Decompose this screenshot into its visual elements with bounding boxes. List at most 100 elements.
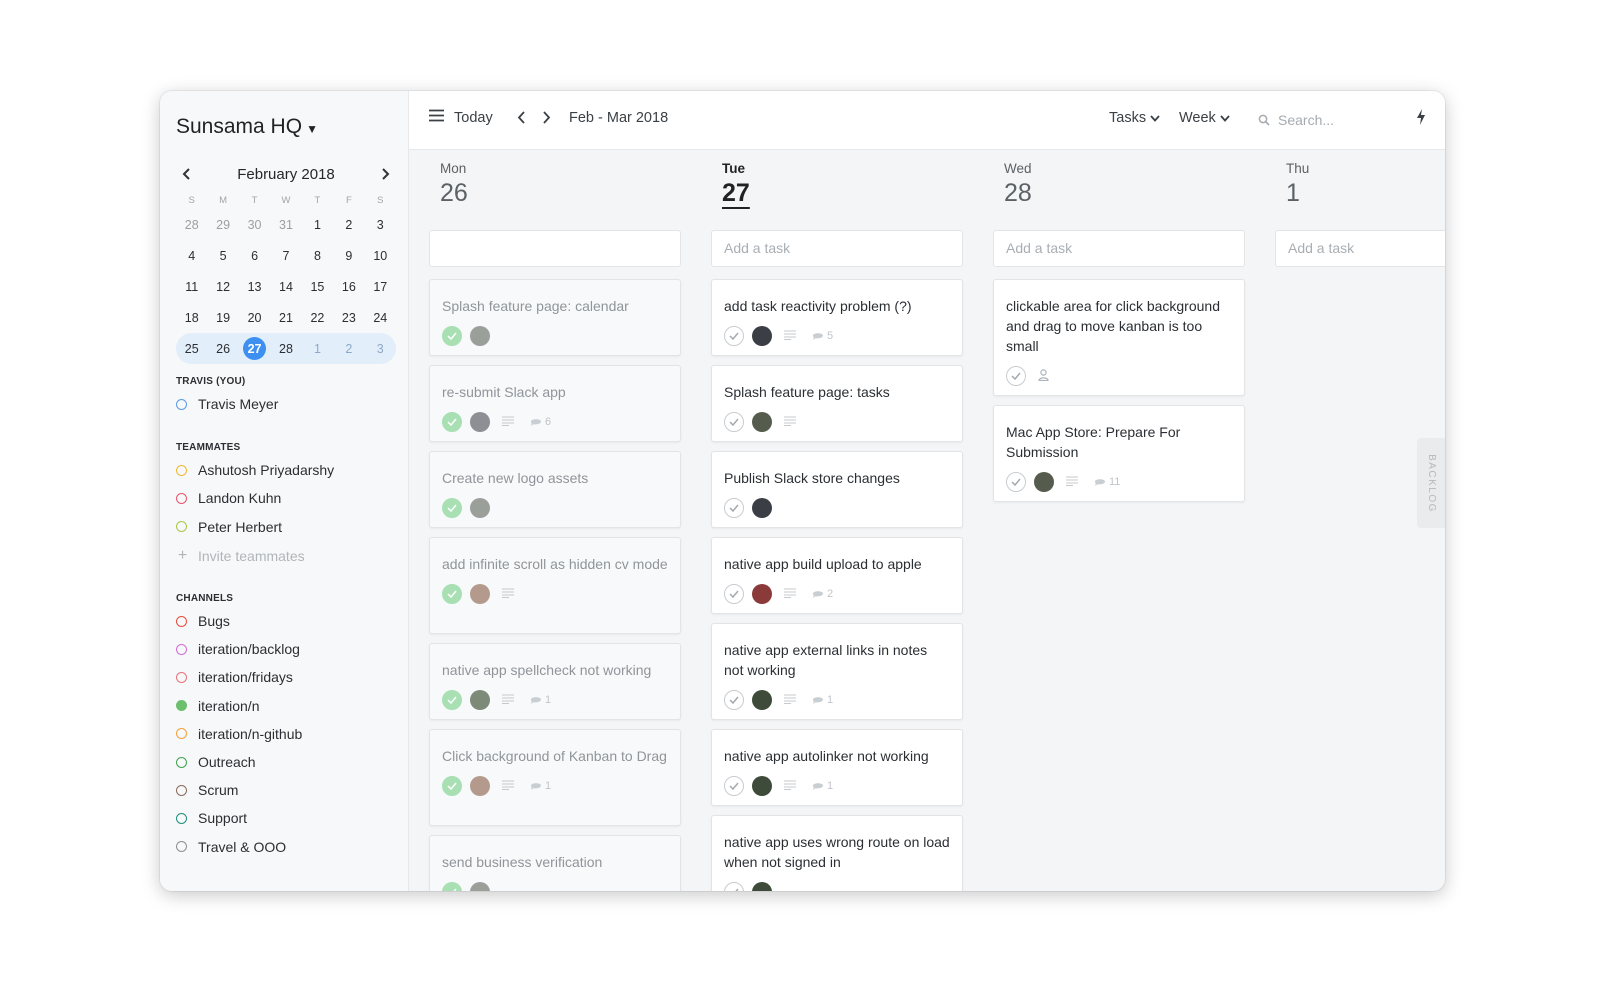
calendar-day[interactable]: 23 xyxy=(333,311,364,325)
channel-bugs[interactable]: Bugs xyxy=(176,613,230,629)
calendar-day[interactable]: 20 xyxy=(239,311,270,325)
add-task-input[interactable] xyxy=(429,230,681,267)
task-card[interactable]: add task reactivity problem (?) 5 xyxy=(711,279,963,356)
task-card[interactable]: Click background of Kanban to Drag 1 xyxy=(429,729,681,826)
assignee-avatar[interactable] xyxy=(470,882,490,891)
task-card[interactable]: re-submit Slack app 6 xyxy=(429,365,681,442)
task-card[interactable]: Splash feature page: calendar xyxy=(429,279,681,356)
complete-checkbox[interactable] xyxy=(442,498,462,518)
channel-iteration-n-github[interactable]: iteration/n-github xyxy=(176,726,302,742)
complete-checkbox[interactable] xyxy=(442,412,462,432)
calendar-day[interactable]: 15 xyxy=(302,280,333,294)
task-card[interactable]: native app external links in notes not w… xyxy=(711,623,963,720)
task-card[interactable]: native app autolinker not working 1 xyxy=(711,729,963,806)
task-card[interactable]: Create new logo assets xyxy=(429,451,681,528)
assignee-avatar[interactable] xyxy=(470,498,490,518)
calendar-day[interactable]: 13 xyxy=(239,280,270,294)
lightning-icon[interactable] xyxy=(1416,109,1426,129)
calendar-day[interactable]: 1 xyxy=(302,218,333,232)
assignee-avatar[interactable] xyxy=(752,584,772,604)
calendar-day[interactable]: 2 xyxy=(333,342,364,356)
prev-week-button[interactable] xyxy=(517,111,526,129)
complete-checkbox[interactable] xyxy=(1006,366,1026,386)
add-task-input[interactable]: Add a task xyxy=(993,230,1245,267)
assignee-avatar[interactable] xyxy=(1034,472,1054,492)
invite-teammates-button[interactable]: + Invite teammates xyxy=(176,547,305,565)
next-week-button[interactable] xyxy=(542,111,551,129)
week-dropdown[interactable]: Week xyxy=(1179,110,1230,126)
calendar-day[interactable]: 24 xyxy=(365,311,396,325)
calendar-day[interactable]: 21 xyxy=(270,311,301,325)
complete-checkbox[interactable] xyxy=(442,882,462,891)
calendar-day[interactable]: 6 xyxy=(239,249,270,263)
calendar-day[interactable]: 4 xyxy=(176,249,207,263)
calendar-day[interactable]: 11 xyxy=(176,280,207,294)
task-card[interactable]: native app spellcheck not working 1 xyxy=(429,643,681,720)
complete-checkbox[interactable] xyxy=(442,584,462,604)
complete-checkbox[interactable] xyxy=(442,690,462,710)
calendar-day[interactable]: 8 xyxy=(302,249,333,263)
calendar-day[interactable]: 7 xyxy=(270,249,301,263)
calendar-day[interactable]: 22 xyxy=(302,311,333,325)
assignee-avatar[interactable] xyxy=(752,326,772,346)
channel-outreach[interactable]: Outreach xyxy=(176,754,256,770)
assignee-avatar[interactable] xyxy=(470,776,490,796)
task-card[interactable]: clickable area for click background and … xyxy=(993,279,1245,396)
search-input[interactable]: Search... xyxy=(1258,112,1334,128)
channel-iteration-n[interactable]: iteration/n xyxy=(176,698,259,714)
calendar-day[interactable]: 3 xyxy=(365,218,396,232)
calendar-day[interactable]: 2 xyxy=(333,218,364,232)
channel-iteration-fridays[interactable]: iteration/fridays xyxy=(176,669,293,685)
add-task-input[interactable]: Add a task xyxy=(1275,230,1445,267)
calendar-day[interactable]: 18 xyxy=(176,311,207,325)
next-month-button[interactable] xyxy=(374,163,396,185)
calendar-day[interactable]: 25 xyxy=(176,342,207,356)
assignee-avatar[interactable] xyxy=(752,882,772,891)
complete-checkbox[interactable] xyxy=(442,326,462,346)
person-icon[interactable] xyxy=(1038,368,1049,384)
complete-checkbox[interactable] xyxy=(724,690,744,710)
calendar-day[interactable]: 1 xyxy=(302,342,333,356)
assignee-avatar[interactable] xyxy=(470,584,490,604)
calendar-day[interactable]: 30 xyxy=(239,218,270,232)
complete-checkbox[interactable] xyxy=(724,882,744,891)
assignee-avatar[interactable] xyxy=(470,690,490,710)
task-card[interactable]: Publish Slack store changes xyxy=(711,451,963,528)
channel-travel-ooo[interactable]: Travel & OOO xyxy=(176,839,286,855)
channel-iteration-backlog[interactable]: iteration/backlog xyxy=(176,641,300,657)
calendar-day[interactable]: 26 xyxy=(207,342,238,356)
calendar-day[interactable]: 28 xyxy=(176,218,207,232)
calendar-day[interactable]: 3 xyxy=(365,342,396,356)
complete-checkbox[interactable] xyxy=(724,498,744,518)
task-card[interactable]: add infinite scroll as hidden cv mode xyxy=(429,537,681,634)
complete-checkbox[interactable] xyxy=(1006,472,1026,492)
complete-checkbox[interactable] xyxy=(724,326,744,346)
teammate-landon-kuhn[interactable]: Landon Kuhn xyxy=(176,490,281,506)
task-card[interactable]: send business verification xyxy=(429,835,681,891)
teammate-peter-herbert[interactable]: Peter Herbert xyxy=(176,519,282,535)
backlog-tab[interactable]: BACKLOG xyxy=(1417,438,1445,528)
tasks-dropdown[interactable]: Tasks xyxy=(1109,110,1160,126)
calendar-day[interactable]: 29 xyxy=(207,218,238,232)
today-button[interactable]: Today xyxy=(454,110,493,126)
member-travis-meyer[interactable]: Travis Meyer xyxy=(176,396,278,412)
channel-support[interactable]: Support xyxy=(176,810,247,826)
calendar-day[interactable]: 5 xyxy=(207,249,238,263)
calendar-day[interactable]: 16 xyxy=(333,280,364,294)
calendar-day[interactable]: 10 xyxy=(365,249,396,263)
prev-month-button[interactable] xyxy=(176,163,198,185)
calendar-day[interactable]: 17 xyxy=(365,280,396,294)
calendar-day[interactable]: 14 xyxy=(270,280,301,294)
assignee-avatar[interactable] xyxy=(752,690,772,710)
calendar-day[interactable]: 19 xyxy=(207,311,238,325)
task-card[interactable]: Splash feature page: tasks xyxy=(711,365,963,442)
channel-scrum[interactable]: Scrum xyxy=(176,782,238,798)
teammate-ashutosh-priyadarshy[interactable]: Ashutosh Priyadarshy xyxy=(176,462,334,478)
complete-checkbox[interactable] xyxy=(724,776,744,796)
complete-checkbox[interactable] xyxy=(724,412,744,432)
task-card[interactable]: native app build upload to apple 2 xyxy=(711,537,963,614)
calendar-day[interactable]: 28 xyxy=(270,342,301,356)
complete-checkbox[interactable] xyxy=(724,584,744,604)
assignee-avatar[interactable] xyxy=(752,412,772,432)
calendar-day[interactable]: 27 xyxy=(239,337,270,360)
